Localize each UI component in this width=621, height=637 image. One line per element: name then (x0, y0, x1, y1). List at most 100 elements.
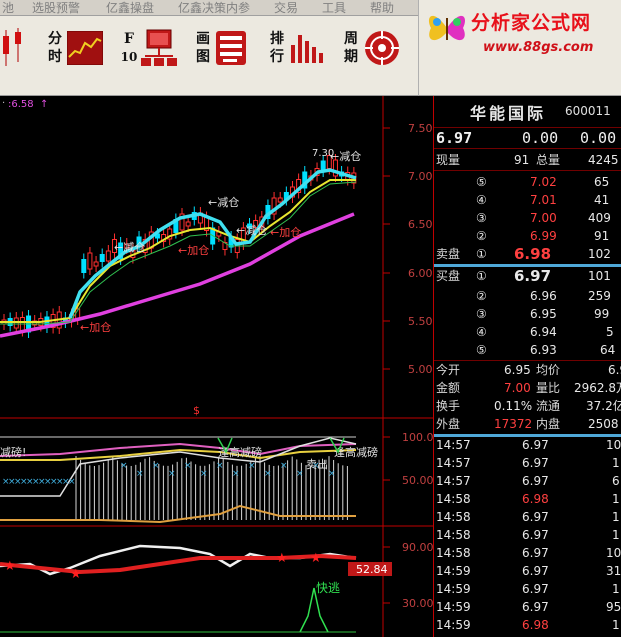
menu-item-help[interactable]: 帮助 (370, 0, 394, 16)
current-volume: 91 (514, 153, 530, 167)
tick-volume: 6 (612, 474, 620, 488)
tick-volume: 95 (606, 600, 621, 614)
sub1-cross-icon: × (296, 469, 304, 479)
stat-row-outside: 外盘 17372 内盘 2508 (436, 417, 619, 431)
tick-row: 14:57 6.97 1 (434, 455, 621, 471)
candle-body (87, 252, 93, 270)
tick-time: 14:59 (436, 564, 471, 578)
current-volume-label: 现量 (436, 153, 461, 167)
tick-volume: 1 (612, 528, 620, 542)
menu-item-yixin-insider[interactable]: 亿鑫决策内参 (178, 0, 250, 16)
tick-row: 14:57 6.97 6 (434, 473, 621, 489)
price-tick-750: 7.50 (408, 122, 433, 135)
sub1-cross-icon: × (280, 461, 288, 471)
tick-volume: 10 (606, 546, 621, 560)
f10-button[interactable]: F 10 (120, 22, 177, 74)
candle-body (99, 254, 105, 262)
annotation-reduce-1: ←减仓 (330, 149, 361, 163)
stock-name: 华能国际 (470, 104, 547, 123)
ask-row-2: ② 6.99 91 (476, 229, 610, 243)
price-tick-650: 6.50 (408, 218, 433, 231)
bid-row-4: ④ 6.94 5 (476, 325, 614, 339)
timeshare-label: 分 时 (48, 31, 62, 65)
last-price: 6.97 (436, 129, 473, 147)
sub1-cross-icon: × (184, 461, 192, 471)
f10-label: F 10 (120, 31, 138, 64)
tick-row: 14:59 6.97 95 (434, 599, 621, 615)
site-banner: 分析家公式网 www.88gs.com (418, 0, 621, 96)
sub1-label-reduce: 减磅! (0, 445, 26, 459)
sub2-axis-90: 90.00 (402, 541, 433, 554)
candle-body (105, 250, 111, 262)
candle-body (185, 221, 191, 227)
tick-price: 6.97 (522, 438, 549, 452)
bid-row-5: ⑤ 6.93 64 (476, 343, 616, 357)
tick-volume: 1 (612, 456, 620, 470)
banner-title: 分析家公式网 (471, 12, 592, 34)
indicator-value: :6.58 (8, 99, 34, 110)
tick-price: 6.97 (522, 510, 549, 524)
tick-time: 14:58 (436, 510, 471, 524)
sub2-star-icon: ★ (310, 551, 322, 566)
butterfly-logo-icon (428, 15, 466, 41)
sub1-label-high-reduce-1: 逢高减磅 (218, 445, 262, 459)
toolbar: 分 时 F 10 画 图 排 行 周 期 (0, 16, 418, 96)
chart-area[interactable]: 7.50 7.00 6.50 6.00 5.50 5.00 · :6.58 ↑ … (0, 96, 433, 637)
computer-network-icon (141, 29, 177, 66)
period-button[interactable]: 周 期 (342, 22, 401, 74)
menu-item-tools[interactable]: 工具 (322, 0, 346, 16)
menu-item-trade[interactable]: 交易 (274, 0, 298, 16)
tick-price: 6.97 (522, 582, 549, 596)
tick-volume: 1 (612, 492, 620, 506)
price-tick-550: 5.50 (408, 315, 433, 328)
tick-row: 14:58 6.97 10 (434, 545, 621, 561)
quote-panel: 华能国际 600011 6.97 0.00 0.00 现量 91 总量 4245… (433, 96, 621, 637)
tick-time: 14:57 (436, 438, 471, 452)
sub1-axis-100: 100.0 (402, 431, 433, 444)
tick-volume: 1 (612, 510, 620, 524)
annotation-reduce-4: ←减仓 (236, 223, 267, 237)
total-volume-label: 总量 (536, 153, 561, 167)
sub1-cross-icon: × (264, 469, 272, 479)
candle-body (93, 261, 99, 267)
sub1-cross-icon: × (120, 461, 128, 471)
tick-time: 14:58 (436, 528, 471, 542)
sub1-cross-icon: × (216, 461, 224, 471)
timeshare-chart-icon (67, 31, 103, 65)
stat-row-turnover: 换手 0.11% 流通 37.2亿 (436, 399, 621, 413)
price-tick-600: 6.00 (408, 267, 433, 280)
tick-price: 6.97 (522, 600, 549, 614)
menu-item-stock-alert[interactable]: 选股预警 (32, 0, 80, 16)
drawing-board-icon (216, 31, 246, 65)
kline-chart[interactable]: 7.50 7.00 6.50 6.00 5.50 5.00 · :6.58 ↑ … (0, 96, 433, 637)
dollar-marker: $ (193, 404, 200, 417)
sub1-axis-50: 50.00 (402, 474, 433, 487)
tick-price: 6.97 (522, 474, 549, 488)
tick-volume: 31 (606, 564, 621, 578)
annotation-add-2: ←加仓 (80, 320, 111, 334)
banner-url[interactable]: www.88gs.com (483, 40, 593, 55)
sub1-cross-icon: × (328, 469, 336, 479)
tick-list[interactable]: 14:57 6.97 10 14:57 6.97 1 14:57 6.97 6 14:58 6.98… (434, 437, 621, 637)
menu-item-yixin-trading[interactable]: 亿鑫操盘 (106, 0, 154, 16)
tick-row: 14:59 6.98 1 (434, 617, 621, 633)
menu-item-pool[interactable]: 池 (2, 0, 14, 16)
draw-button[interactable]: 画 图 (194, 22, 247, 74)
ranking-button[interactable]: 排 行 (268, 22, 325, 74)
tick-volume: 1 (612, 582, 620, 596)
sub1-cross-icon: × (248, 461, 256, 471)
draw-label: 画 图 (196, 31, 210, 65)
tick-row: 14:58 6.97 1 (434, 509, 621, 525)
tick-price: 6.97 (522, 564, 549, 578)
kline-button[interactable] (0, 22, 28, 74)
timeshare-button[interactable]: 分 时 (46, 22, 103, 74)
sub1-cross-icon: × (200, 469, 208, 479)
sub2-star-icon: ★ (276, 551, 288, 566)
ask-row-1: 卖盘 ① 6.98 102 (436, 245, 611, 263)
sub2-label-escape: 快逃 (316, 581, 340, 595)
period-label: 周 期 (344, 31, 358, 65)
tick-time: 14:57 (436, 456, 471, 470)
total-volume: 4245 (588, 153, 619, 167)
tick-row: 14:57 6.97 10 (434, 437, 621, 453)
tick-time: 14:59 (436, 600, 471, 614)
